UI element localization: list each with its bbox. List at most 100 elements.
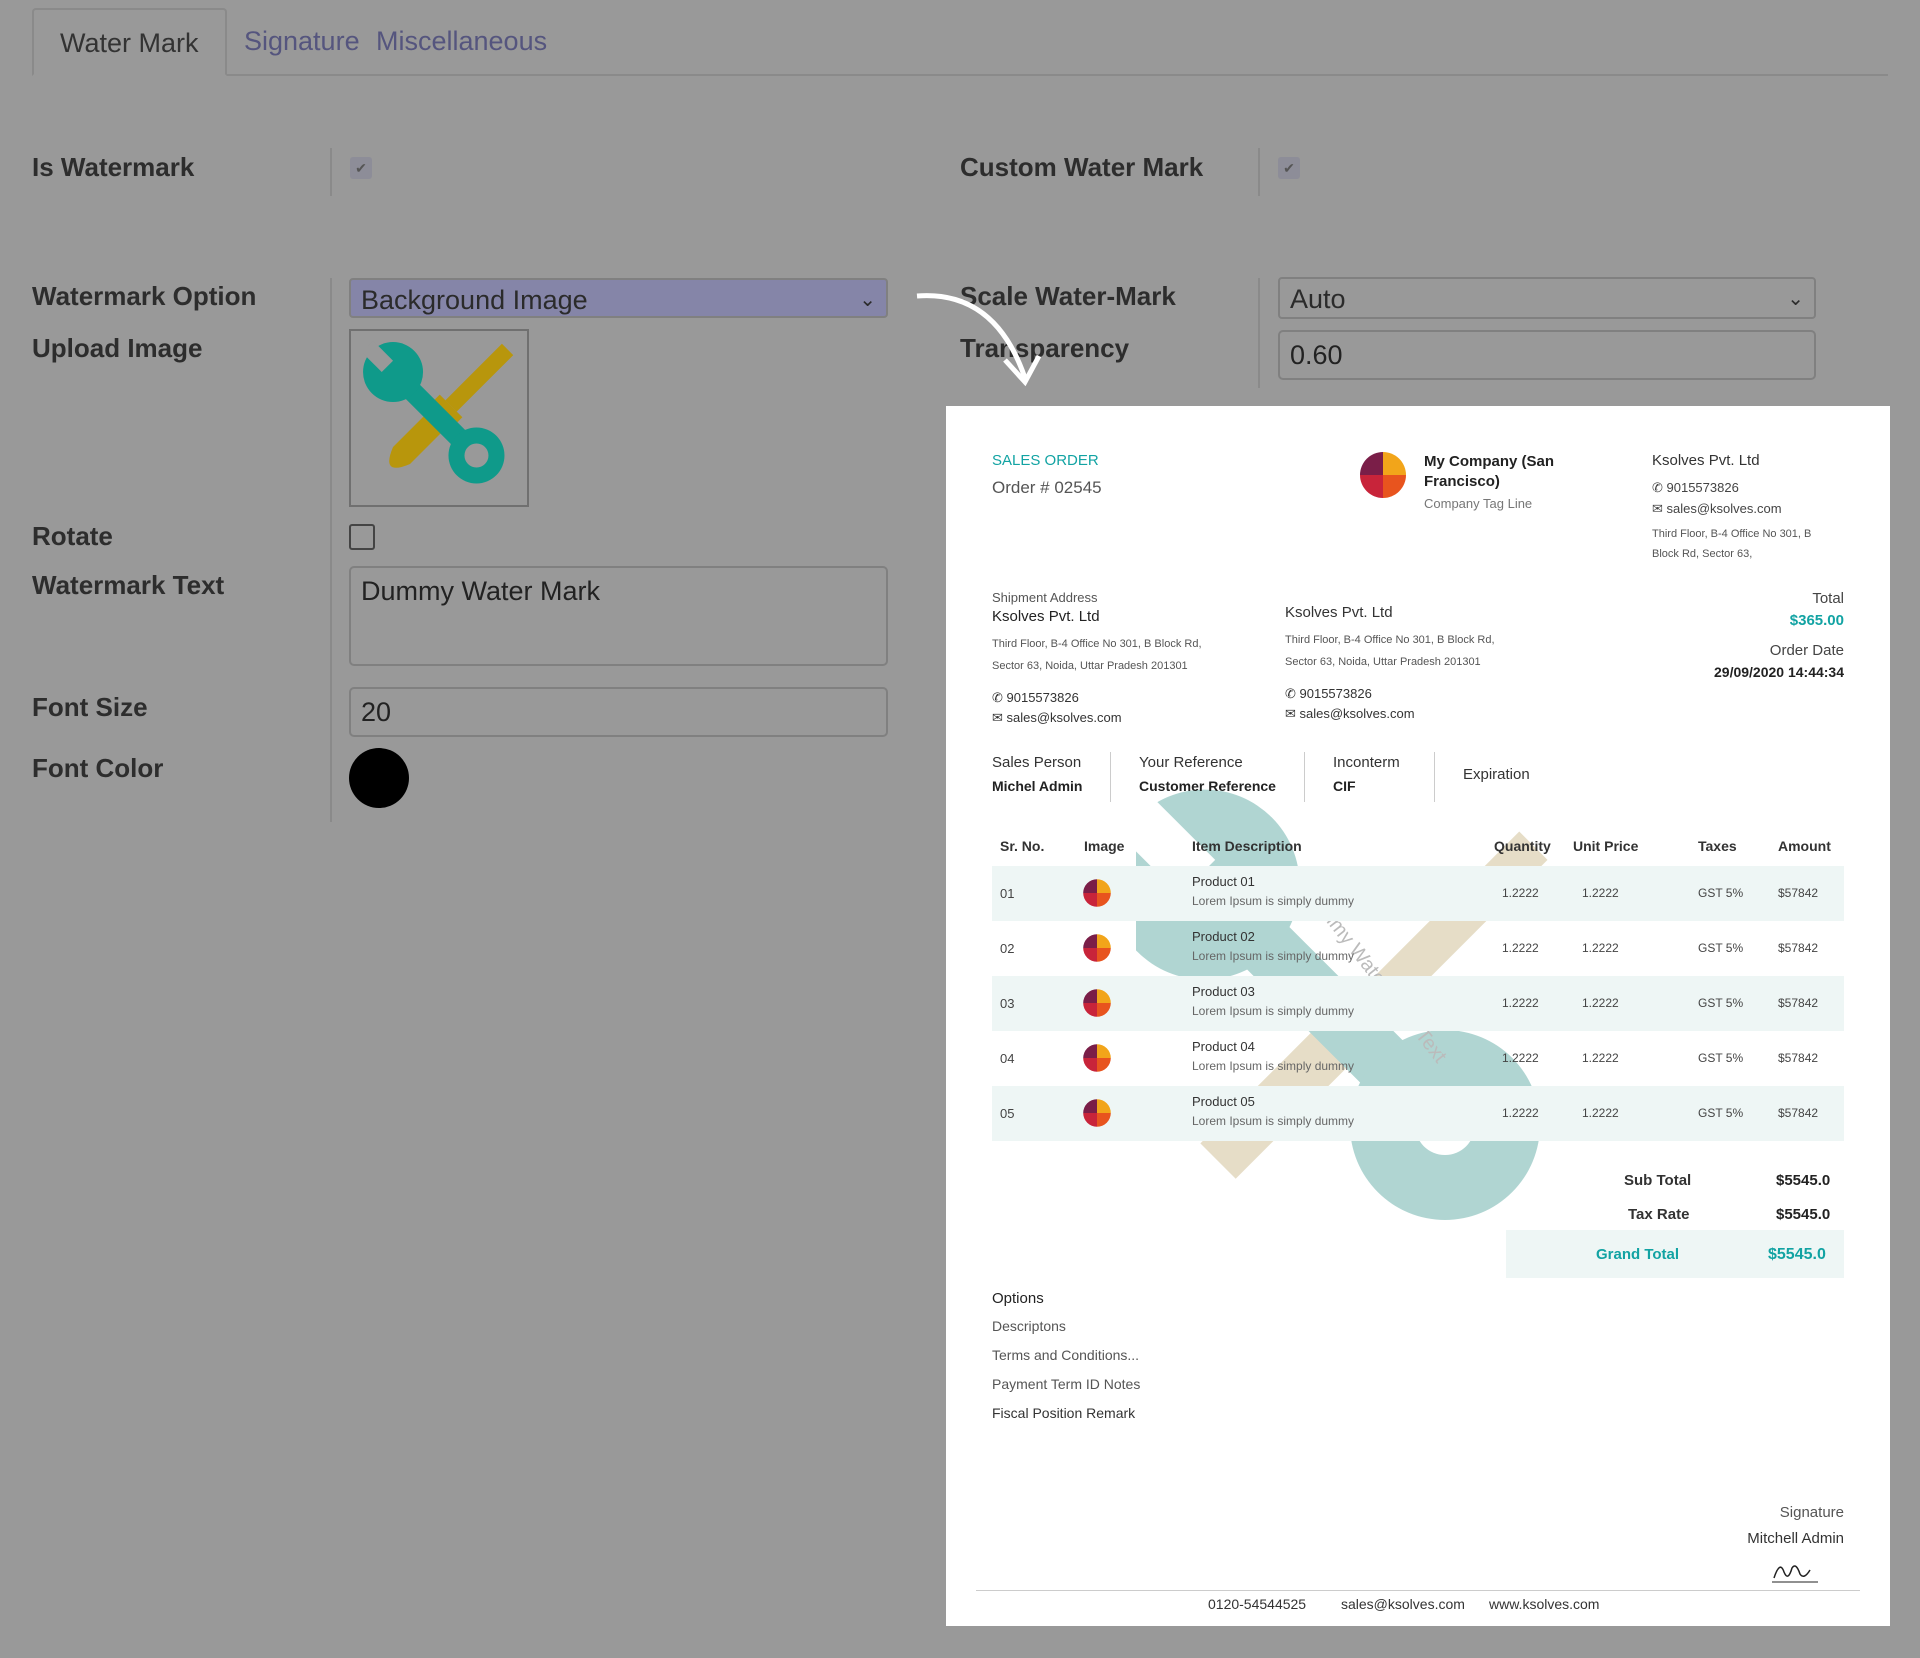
row-product-name: Product 04 (1192, 1039, 1255, 1054)
row-product-desc: Lorem Ipsum is simply dummy (1192, 1004, 1355, 1018)
footer-web: www.ksolves.com (1489, 1596, 1600, 1612)
shipment-address-label: Shipment Address (992, 590, 1098, 605)
chevron-down-icon: ⌄ (1787, 288, 1804, 310)
shipment-address-2: Sector 63, Noida, Uttar Pradesh 201301 (992, 660, 1188, 672)
row-qty: 1.2222 (1502, 941, 1539, 955)
option-item: Descriptons (992, 1318, 1066, 1334)
row-amount: $57842 (1778, 886, 1819, 900)
phone-icon: ✆ (1285, 686, 1300, 701)
billing-phone: ✆ 9015573826 (1285, 686, 1372, 702)
expiration-label: Expiration (1463, 766, 1530, 783)
row-sr: 04 (1000, 1051, 1015, 1066)
product-logo-icon (1083, 989, 1111, 1017)
row-tax: GST 5% (1698, 1106, 1744, 1120)
row-tax: GST 5% (1698, 941, 1744, 955)
billing-address-2: Sector 63, Noida, Uttar Pradesh 201301 (1285, 656, 1481, 668)
tab-bar: Water Mark Signature Miscellaneous (32, 8, 1888, 76)
footer-divider (976, 1590, 1860, 1591)
grand-total-label: Grand Total (1596, 1246, 1680, 1263)
row-product-desc: Lorem Ipsum is simply dummy (1192, 1059, 1355, 1073)
product-logo-icon (1083, 934, 1111, 962)
vendor-phone-value: 9015573826 (1666, 480, 1739, 495)
options-title: Options (992, 1290, 1044, 1307)
row-tax: GST 5% (1698, 996, 1744, 1010)
divider (1258, 148, 1260, 196)
header-quantity: Quantity (1494, 838, 1551, 854)
shipment-address-1: Third Floor, B-4 Office No 301, B Block … (992, 638, 1202, 650)
header-sr-no: Sr. No. (1000, 838, 1045, 854)
custom-water-mark-checkbox[interactable]: ✔ (1278, 157, 1300, 179)
row-price: 1.2222 (1582, 996, 1619, 1010)
shipment-phone-value: 9015573826 (1006, 690, 1079, 705)
row-sr: 01 (1000, 886, 1015, 901)
inconterm-value: CIF (1333, 778, 1356, 794)
vendor-email-value: sales@ksolves.com (1666, 501, 1782, 516)
table-row: 01 Product 01 Lorem Ipsum is simply dumm… (992, 866, 1844, 921)
vendor-name: Ksolves Pvt. Ltd (1652, 452, 1760, 469)
billing-name: Ksolves Pvt. Ltd (1285, 604, 1393, 621)
vendor-phone: ✆ 9015573826 (1652, 480, 1739, 496)
billing-phone-value: 9015573826 (1299, 686, 1372, 701)
row-sr: 03 (1000, 996, 1015, 1011)
watermark-option-label: Watermark Option (32, 281, 257, 311)
shipment-name: Ksolves Pvt. Ltd (992, 608, 1100, 625)
tax-rate-value: $5545.0 (1776, 1206, 1831, 1223)
row-amount: $57842 (1778, 1051, 1819, 1065)
option-item: Terms and Conditions... (992, 1347, 1140, 1363)
font-color-label: Font Color (32, 753, 164, 783)
row-amount: $57842 (1778, 1106, 1819, 1120)
footer-email: sales@ksolves.com (1341, 1596, 1465, 1612)
row-amount: $57842 (1778, 996, 1819, 1010)
font-size-input[interactable]: 20 (349, 687, 888, 737)
watermark-text-input[interactable]: Dummy Water Mark (349, 566, 888, 666)
envelope-icon: ✉ (1285, 706, 1300, 721)
rotate-checkbox[interactable] (349, 524, 375, 550)
row-sr: 05 (1000, 1106, 1015, 1121)
tab-miscellaneous[interactable]: Miscellaneous (350, 8, 573, 74)
row-product-name: Product 05 (1192, 1094, 1255, 1109)
font-size-label: Font Size (32, 692, 148, 722)
order-date-label: Order Date (1769, 642, 1844, 659)
row-product-desc: Lorem Ipsum is simply dummy (1192, 894, 1355, 908)
divider (330, 278, 332, 822)
row-price: 1.2222 (1582, 1106, 1619, 1120)
custom-water-mark-label: Custom Water Mark (960, 152, 1204, 182)
phone-icon: ✆ (1652, 480, 1667, 495)
your-reference-label: Your Reference (1139, 754, 1243, 771)
vendor-address-2: Block Rd, Sector 63, (1652, 548, 1753, 560)
order-number: Order # 02545 (992, 478, 1102, 497)
upload-image-preview[interactable] (349, 329, 529, 507)
vendor-email: ✉ sales@ksolves.com (1652, 501, 1782, 517)
row-qty: 1.2222 (1502, 1051, 1539, 1065)
scale-water-mark-select[interactable]: Auto ⌄ (1278, 277, 1816, 319)
shipment-email-value: sales@ksolves.com (1006, 710, 1122, 725)
order-date-value: 29/09/2020 14:44:34 (1714, 664, 1844, 680)
scale-water-mark-value: Auto (1290, 284, 1346, 314)
row-product-name: Product 01 (1192, 874, 1255, 889)
tools-icon (361, 340, 514, 484)
sales-person-value: Michel Admin (992, 778, 1083, 794)
row-tax: GST 5% (1698, 886, 1744, 900)
font-color-swatch[interactable] (349, 748, 409, 808)
row-amount: $57842 (1778, 941, 1819, 955)
divider (330, 148, 332, 196)
sub-total-label: Sub Total (1624, 1172, 1692, 1189)
is-watermark-checkbox[interactable]: ✔ (350, 157, 372, 179)
company-tagline: Company Tag Line (1424, 496, 1533, 511)
company-name: My Company (San Francisco) (1424, 453, 1555, 490)
upload-image-label: Upload Image (32, 333, 203, 363)
row-price: 1.2222 (1582, 886, 1619, 900)
tab-water-mark[interactable]: Water Mark (32, 8, 227, 76)
sub-total-value: $5545.0 (1776, 1172, 1831, 1189)
row-product-name: Product 02 (1192, 929, 1255, 944)
header-unit-price: Unit Price (1573, 838, 1639, 854)
transparency-input[interactable]: 0.60 (1278, 330, 1816, 380)
row-product-desc: Lorem Ipsum is simply dummy (1192, 1114, 1355, 1128)
your-reference-value: Customer Reference (1139, 778, 1276, 794)
signature-image (1772, 1565, 1818, 1583)
company-logo (1360, 452, 1406, 498)
watermark-option-select[interactable]: Background Image ⌄ (349, 278, 888, 318)
total-label: Total (1812, 590, 1844, 607)
doc-type: SALES ORDER (992, 452, 1099, 469)
table-row: 04 Product 04 Lorem Ipsum is simply dumm… (992, 1031, 1844, 1086)
